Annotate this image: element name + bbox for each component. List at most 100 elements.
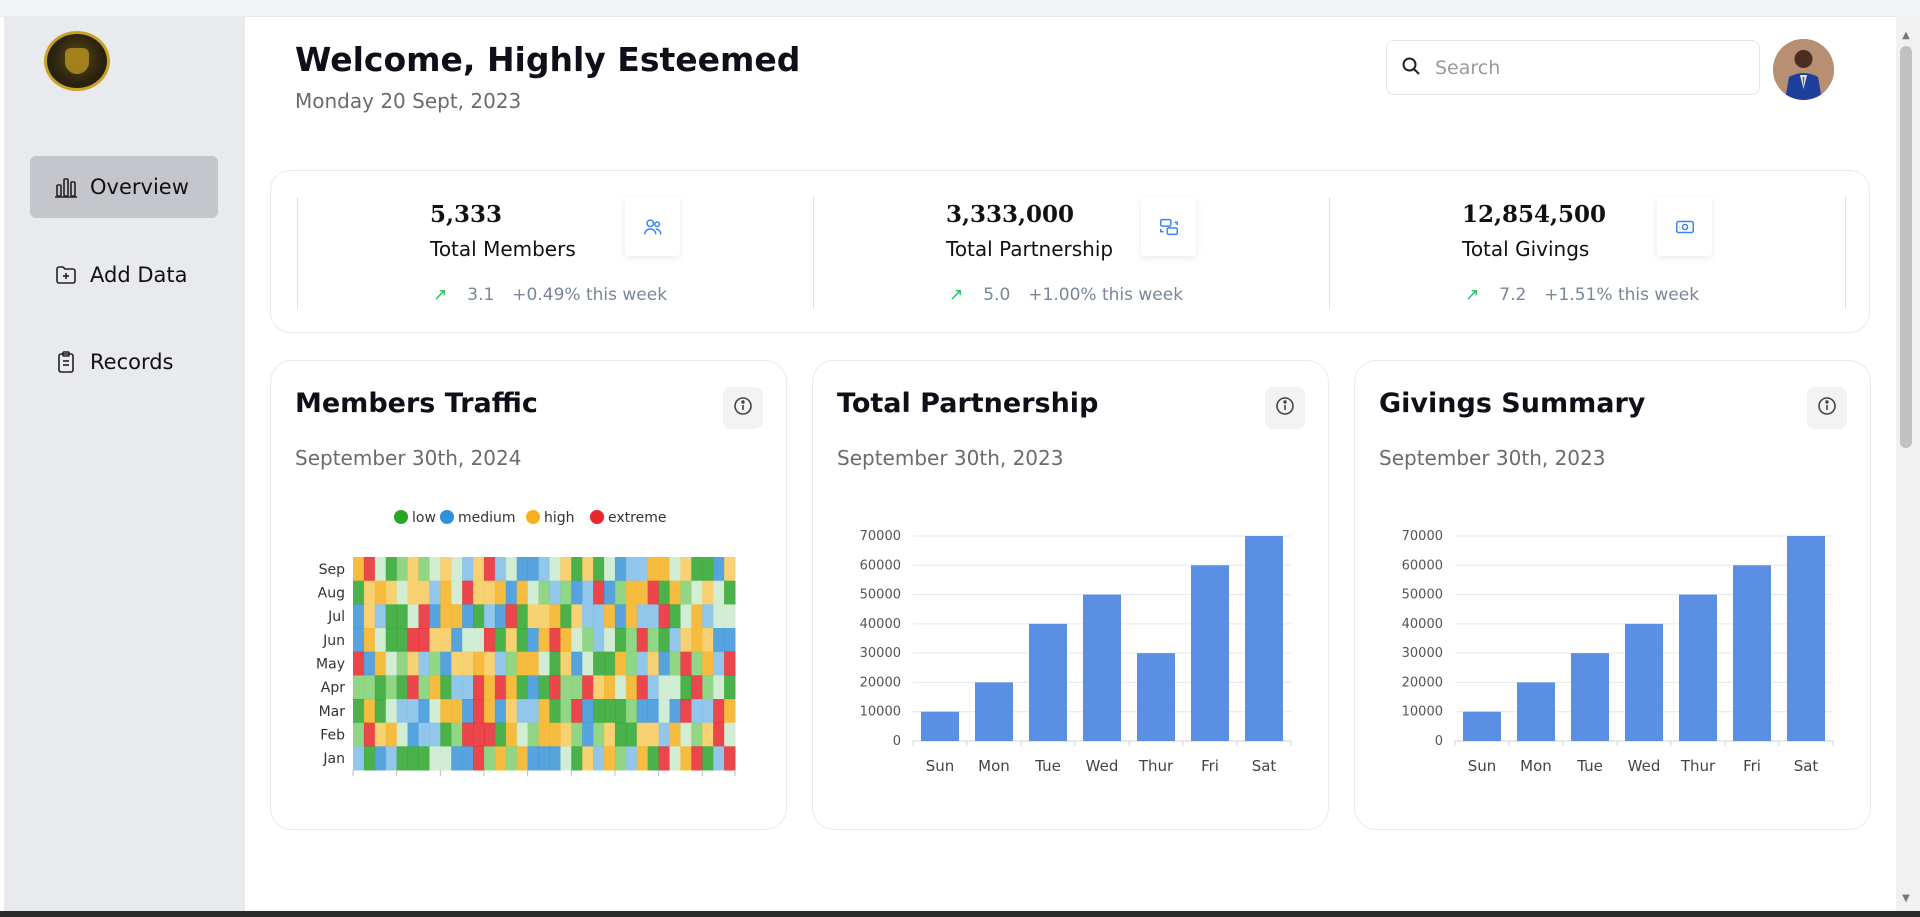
sidebar-item-records[interactable]: Records <box>30 331 218 393</box>
heatmap-cell <box>549 746 561 771</box>
y-tick-label: 10000 <box>860 705 901 720</box>
heatmap-cell <box>625 746 638 771</box>
heatmap-cell <box>571 580 583 605</box>
heatmap-cell <box>440 699 452 724</box>
heatmap-cell <box>614 557 627 582</box>
x-tick-label: Mon <box>978 757 1010 775</box>
heatmap-cell <box>516 722 529 747</box>
heatmap-cell <box>451 604 463 629</box>
heatmap-cell <box>658 557 671 582</box>
heatmap-cell <box>625 580 638 605</box>
heatmap-cell <box>418 651 430 676</box>
heatmap-cell <box>582 557 594 582</box>
heatmap-cell <box>527 746 540 771</box>
card-members-traffic: Members Traffic September 30th, 2024 low… <box>270 360 787 830</box>
scroll-up-arrow-icon[interactable]: ▲ <box>1900 30 1912 42</box>
heatmap-cell <box>538 651 550 676</box>
y-tick-label: 60000 <box>860 558 901 573</box>
y-tick-label: 50000 <box>860 588 901 603</box>
heatmap-cell <box>516 557 529 582</box>
heatmap-cell <box>713 557 725 582</box>
heatmap-cell <box>353 580 365 605</box>
heatmap-cell <box>505 580 518 605</box>
heatmap-cell <box>407 675 419 700</box>
bar <box>1083 594 1121 741</box>
church-logo[interactable] <box>44 31 110 91</box>
heatmap-cell <box>396 604 409 629</box>
x-tick-label: Sat <box>1252 757 1277 775</box>
heatmap-cell <box>625 557 638 582</box>
heatmap-cell <box>451 580 463 605</box>
heatmap-cell <box>462 675 474 700</box>
heatmap-cell <box>429 746 441 771</box>
y-tick-label: 0 <box>893 734 901 749</box>
heatmap-cell <box>407 557 419 582</box>
heatmap-cell <box>647 628 660 653</box>
heatmap-cell <box>363 628 376 653</box>
legend-label: low <box>412 510 436 526</box>
heatmap-cell <box>560 651 572 676</box>
heatmap-cell <box>494 746 507 771</box>
sidebar-item-overview[interactable]: Overview <box>30 156 218 218</box>
heatmap-cell <box>647 557 660 582</box>
x-tick-label: Thur <box>1138 757 1174 775</box>
heatmap-cell <box>549 580 561 605</box>
y-tick-label: 40000 <box>1402 617 1443 632</box>
scrollbar-thumb[interactable] <box>1900 46 1912 448</box>
heatmap-cell <box>538 746 550 771</box>
heatmap-cell <box>483 628 496 653</box>
heatmap-cell <box>527 628 540 653</box>
heatmap-cell <box>658 580 671 605</box>
heatmap-cell <box>636 722 649 747</box>
x-tick-label: Tue <box>1034 757 1061 775</box>
y-tick-label: 10000 <box>1402 705 1443 720</box>
heatmap-cell <box>571 628 583 653</box>
y-tick-label: 20000 <box>1402 675 1443 690</box>
card-total-partnership: Total Partnership September 30th, 2023 0… <box>812 360 1329 830</box>
bar <box>975 682 1013 741</box>
scroll-down-arrow-icon[interactable]: ▼ <box>1900 893 1912 905</box>
heatmap-cell <box>396 557 409 582</box>
heatmap-cell <box>658 651 671 676</box>
heatmap-cell <box>494 651 507 676</box>
heatmap-cell <box>429 651 441 676</box>
heatmap-cell <box>691 651 703 676</box>
y-tick-label: May <box>316 657 345 673</box>
heatmap-cell <box>625 628 638 653</box>
heatmap-cell <box>636 699 649 724</box>
heatmap-cell <box>680 722 692 747</box>
heatmap-cell <box>680 628 692 653</box>
search-box[interactable] <box>1386 40 1760 95</box>
heatmap-cell <box>385 746 398 771</box>
heatmap-cell <box>582 651 594 676</box>
bar <box>1679 594 1717 741</box>
y-tick-label: 0 <box>1435 734 1443 749</box>
heatmap-cell <box>407 651 419 676</box>
heatmap-cell <box>473 557 485 582</box>
heatmap-cell <box>560 580 572 605</box>
y-tick-label: 20000 <box>860 675 901 690</box>
heatmap-cell <box>374 722 387 747</box>
sidebar-item-add-data[interactable]: Add Data <box>30 244 218 306</box>
x-tick-label: Sat <box>1794 757 1819 775</box>
heatmap-cell <box>374 628 387 653</box>
users-icon <box>625 197 680 256</box>
heatmap-cell <box>483 557 496 582</box>
search-input[interactable] <box>1433 55 1737 80</box>
stat-total-members: 5,333 Total Members ↗ 3.1 +0.49% this we… <box>297 197 813 309</box>
heatmap-cell <box>669 675 681 700</box>
heatmap-cell <box>538 604 550 629</box>
heatmap-cell <box>691 699 703 724</box>
heatmap-cell <box>604 651 616 676</box>
x-tick-label: Sun <box>926 757 955 775</box>
stat-rate: 7.2 <box>1499 285 1527 305</box>
heatmap-cell <box>713 675 725 700</box>
x-tick-label: Tue <box>1576 757 1603 775</box>
stat-change: ↗ 3.1 +0.49% this week <box>433 285 667 305</box>
sidebar-item-label: Overview <box>90 175 189 199</box>
heatmap-cell <box>582 628 594 653</box>
heatmap-cell <box>680 604 692 629</box>
avatar[interactable] <box>1773 39 1834 100</box>
heatmap-cell <box>462 746 474 771</box>
heatmap-cell <box>516 746 529 771</box>
